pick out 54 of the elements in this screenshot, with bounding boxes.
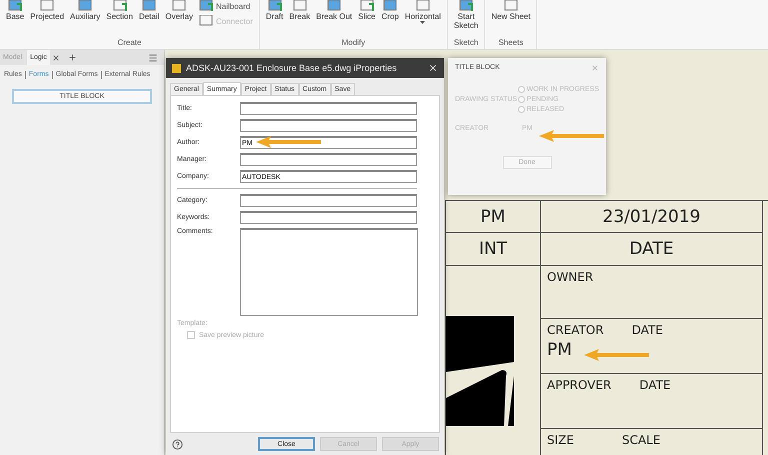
group-label: Modify (342, 38, 366, 49)
group-label: Create (117, 38, 142, 49)
view-icon (327, 0, 342, 12)
table-cell: SIZE SCALE (541, 429, 763, 455)
sheet-icon (172, 0, 186, 12)
annotation-arrow (538, 129, 606, 143)
table-cell: 23/01/2019 (541, 201, 763, 233)
caret-icon (420, 21, 426, 24)
menu-icon[interactable] (148, 52, 158, 62)
annotation-arrow (583, 348, 651, 362)
input-field[interactable] (240, 153, 417, 166)
ribbon-tool[interactable]: Break Out (314, 0, 354, 21)
sheet-icon (360, 0, 374, 12)
group-label: Sketch (454, 38, 478, 49)
ribbon-tool[interactable]: Overlay (163, 0, 195, 21)
app-icon (172, 64, 181, 72)
input-field[interactable] (240, 194, 417, 207)
ribbon-tool[interactable]: Slice (356, 0, 378, 21)
sheet-icon (40, 0, 54, 12)
close-icon[interactable] (428, 63, 438, 73)
radio-icon[interactable] (518, 96, 525, 103)
sheet-icon (504, 0, 518, 12)
ribbon-tool[interactable]: Start Sketch (452, 0, 480, 30)
input-field[interactable] (240, 211, 417, 224)
table-cell: INT (446, 233, 541, 266)
ribbon-tool[interactable]: Projected (28, 0, 66, 21)
ribbon-tool[interactable]: Base (4, 0, 26, 21)
view-icon (459, 0, 474, 12)
ribbon-tool[interactable]: Break (287, 0, 312, 21)
ribbon-tool[interactable]: Detail (136, 0, 162, 21)
dialog-title: ADSK-AU23-001 Enclosure Base e5.dwg iProperties (186, 63, 398, 73)
ribbon-tool[interactable]: Auxiliary (68, 0, 102, 21)
view-icon (8, 0, 22, 12)
comments-field[interactable] (240, 228, 418, 316)
table-cell: OWNER (541, 266, 763, 319)
ribbon-tool[interactable]: Draft (264, 0, 286, 21)
ribbon-tool[interactable]: New Sheet (489, 0, 532, 21)
close-icon[interactable] (52, 54, 60, 62)
input-field[interactable] (240, 102, 417, 115)
table-cell: APPROVER DATE (541, 374, 763, 429)
input-field[interactable] (240, 119, 417, 132)
group-label: Sheets (498, 38, 524, 49)
ribbon-tool[interactable]: Nailboard (196, 0, 255, 12)
table-cell: DATE (541, 233, 763, 266)
radio-icon[interactable] (518, 86, 525, 93)
radio-icon[interactable] (518, 106, 525, 113)
ribbon-tool[interactable]: Section (104, 0, 135, 21)
table-cell: PM (446, 201, 541, 233)
view-icon (142, 0, 156, 12)
help-icon[interactable] (172, 438, 183, 450)
annotation-arrow (255, 135, 323, 149)
add-icon[interactable] (68, 53, 77, 62)
ribbon-tool[interactable]: Horizontal (402, 0, 443, 24)
ribbon-tool[interactable]: Crop (380, 0, 401, 21)
